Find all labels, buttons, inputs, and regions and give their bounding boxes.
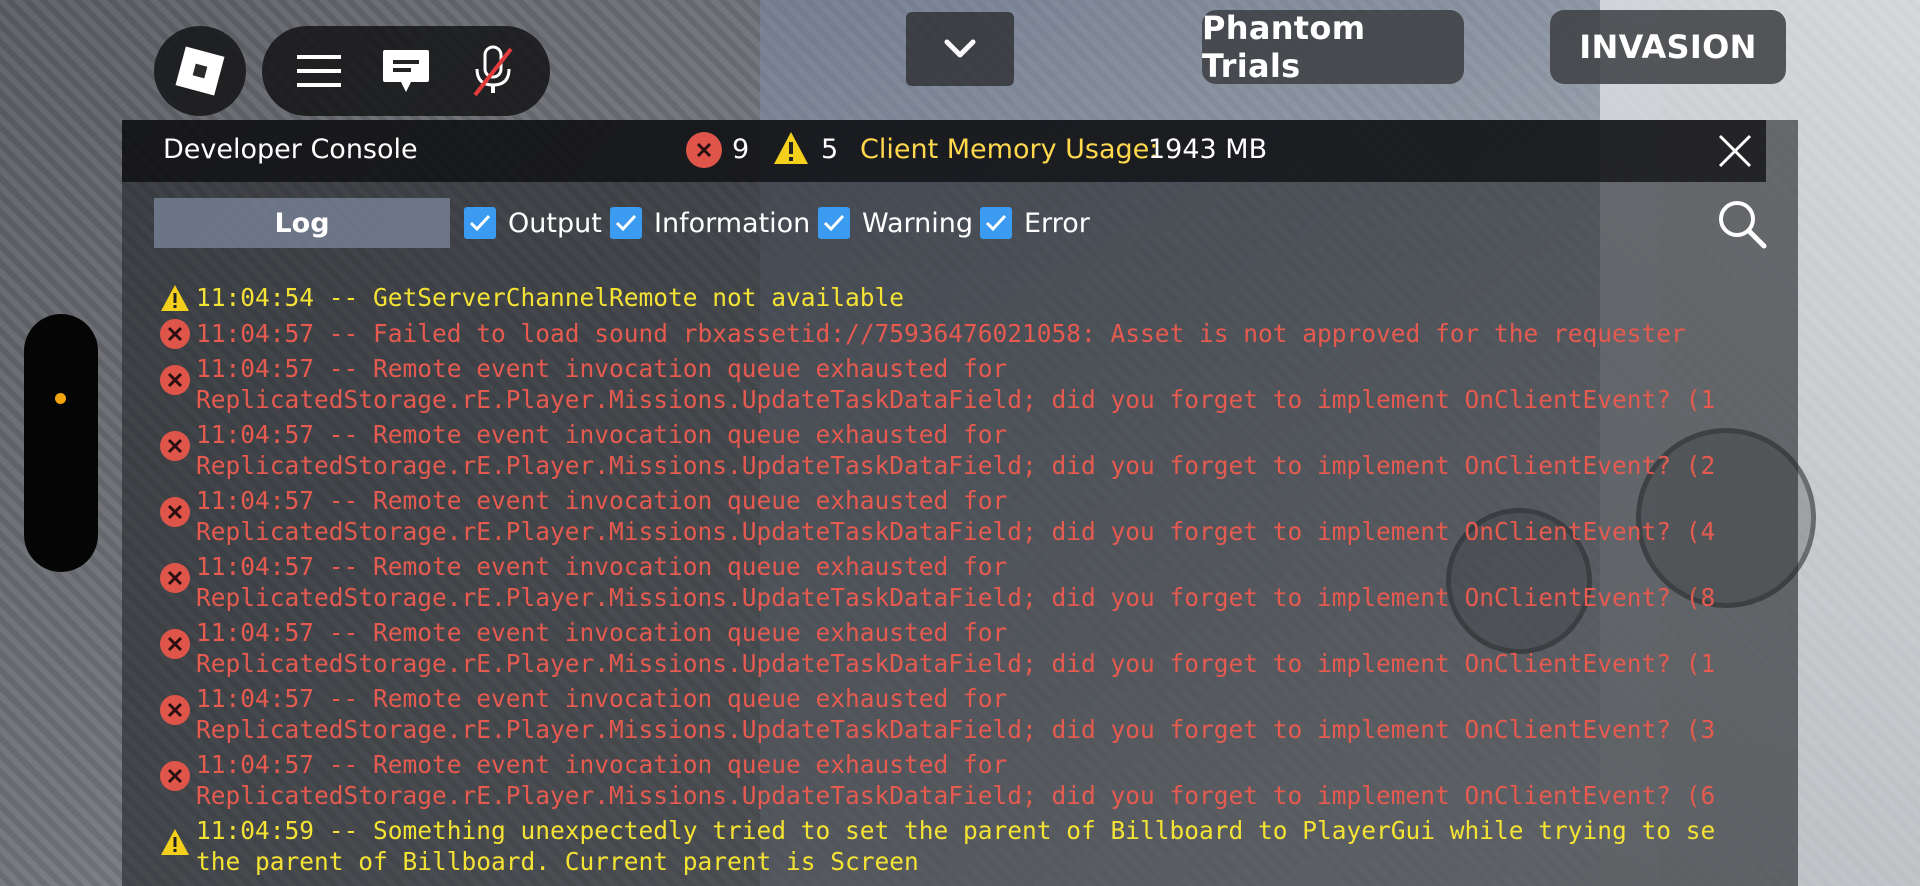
- log-line: 11:04:57 -- Failed to load sound rbxasse…: [196, 318, 1686, 348]
- log-line: 11:04:54 -- GetServerChannelRemote not a…: [196, 283, 905, 312]
- hamburger-icon[interactable]: [289, 41, 349, 101]
- log-line: 11:04:57 -- Remote event invocation queu…: [196, 618, 1008, 647]
- top-bar-pill: [262, 26, 550, 116]
- log-line: 11:04:57 -- Remote event invocation queu…: [196, 684, 1008, 713]
- close-icon[interactable]: [1716, 132, 1754, 170]
- checkbox-icon[interactable]: [610, 207, 642, 239]
- checkbox-icon[interactable]: [980, 207, 1012, 239]
- memory-value: 1943 MB: [1148, 134, 1268, 165]
- console-header: Developer Console 9 5 Client Memory Usag…: [122, 120, 1766, 182]
- phantom-trials-button[interactable]: Phantom Trials: [1202, 9, 1464, 85]
- checkbox-icon[interactable]: [818, 207, 850, 239]
- memory-label: Client Memory Usage:: [860, 134, 1159, 165]
- log-output[interactable]: 11:04:54 -- GetServerChannelRemote not a…: [122, 282, 1798, 886]
- roblox-menu-button[interactable]: [154, 26, 246, 116]
- mic-muted-icon[interactable]: [463, 41, 523, 101]
- log-line: 11:04:57 -- Remote event invocation queu…: [196, 354, 1008, 383]
- error-icon: [160, 318, 190, 349]
- filter-information[interactable]: Information: [610, 202, 810, 244]
- search-icon[interactable]: [1716, 198, 1768, 250]
- checkbox-icon[interactable]: [464, 207, 496, 239]
- log-line: 11:04:57 -- Remote event invocation queu…: [196, 486, 1008, 515]
- filter-label: Information: [654, 207, 811, 239]
- log-line: ReplicatedStorage.rE.Player.Missions.Upd…: [196, 517, 1716, 546]
- warning-count-icon: [774, 132, 808, 164]
- filter-label: Output: [508, 207, 602, 239]
- chat-bubble-icon[interactable]: [376, 41, 436, 101]
- side-scroll-handle[interactable]: [24, 314, 98, 572]
- log-line: 11:04:57 -- Remote event invocation queu…: [196, 750, 1008, 779]
- dropdown-button[interactable]: [906, 12, 1014, 86]
- log-line: ReplicatedStorage.rE.Player.Missions.Upd…: [196, 715, 1716, 744]
- error-icon: [160, 497, 190, 527]
- filter-label: Warning: [862, 207, 974, 239]
- error-icon: [160, 431, 190, 461]
- side-scroll-indicator: [55, 393, 66, 404]
- warning-icon: [160, 283, 190, 313]
- filter-warning[interactable]: Warning: [818, 202, 973, 244]
- filter-output[interactable]: Output: [464, 202, 602, 244]
- tab-log[interactable]: Log: [154, 198, 450, 248]
- log-line: ReplicatedStorage.rE.Player.Missions.Upd…: [196, 451, 1716, 480]
- warning-count: 5: [821, 134, 839, 165]
- log-line: ReplicatedStorage.rE.Player.Missions.Upd…: [196, 649, 1716, 678]
- error-icon: [160, 563, 190, 593]
- filter-error[interactable]: Error: [980, 202, 1090, 244]
- error-icon: [160, 365, 190, 395]
- console-title: Developer Console: [163, 134, 418, 165]
- log-line: ReplicatedStorage.rE.Player.Missions.Upd…: [196, 385, 1716, 414]
- developer-console: Developer Console 9 5 Client Memory Usag…: [122, 120, 1798, 886]
- log-line: 11:04:59 -- Something unexpectedly tried…: [196, 816, 1716, 845]
- warning-icon: [160, 827, 190, 857]
- log-line: ReplicatedStorage.rE.Player.Missions.Upd…: [196, 781, 1716, 810]
- error-count: 9: [732, 134, 750, 165]
- error-icon: [160, 629, 190, 659]
- log-line: 11:04:57 -- Remote event invocation queu…: [196, 552, 1008, 581]
- filter-label: Error: [1024, 207, 1090, 239]
- error-icon: [160, 761, 190, 791]
- chevron-down-icon: [944, 39, 976, 58]
- error-count-icon: [686, 132, 722, 168]
- error-icon: [160, 695, 190, 725]
- invasion-button[interactable]: INVASION: [1550, 10, 1786, 84]
- log-line: ReplicatedStorage.rE.Player.Missions.Upd…: [196, 583, 1716, 612]
- roblox-logo-icon: [175, 46, 225, 96]
- log-line: 11:04:57 -- Remote event invocation queu…: [196, 420, 1008, 449]
- log-line: the parent of Billboard. Current parent …: [196, 847, 919, 876]
